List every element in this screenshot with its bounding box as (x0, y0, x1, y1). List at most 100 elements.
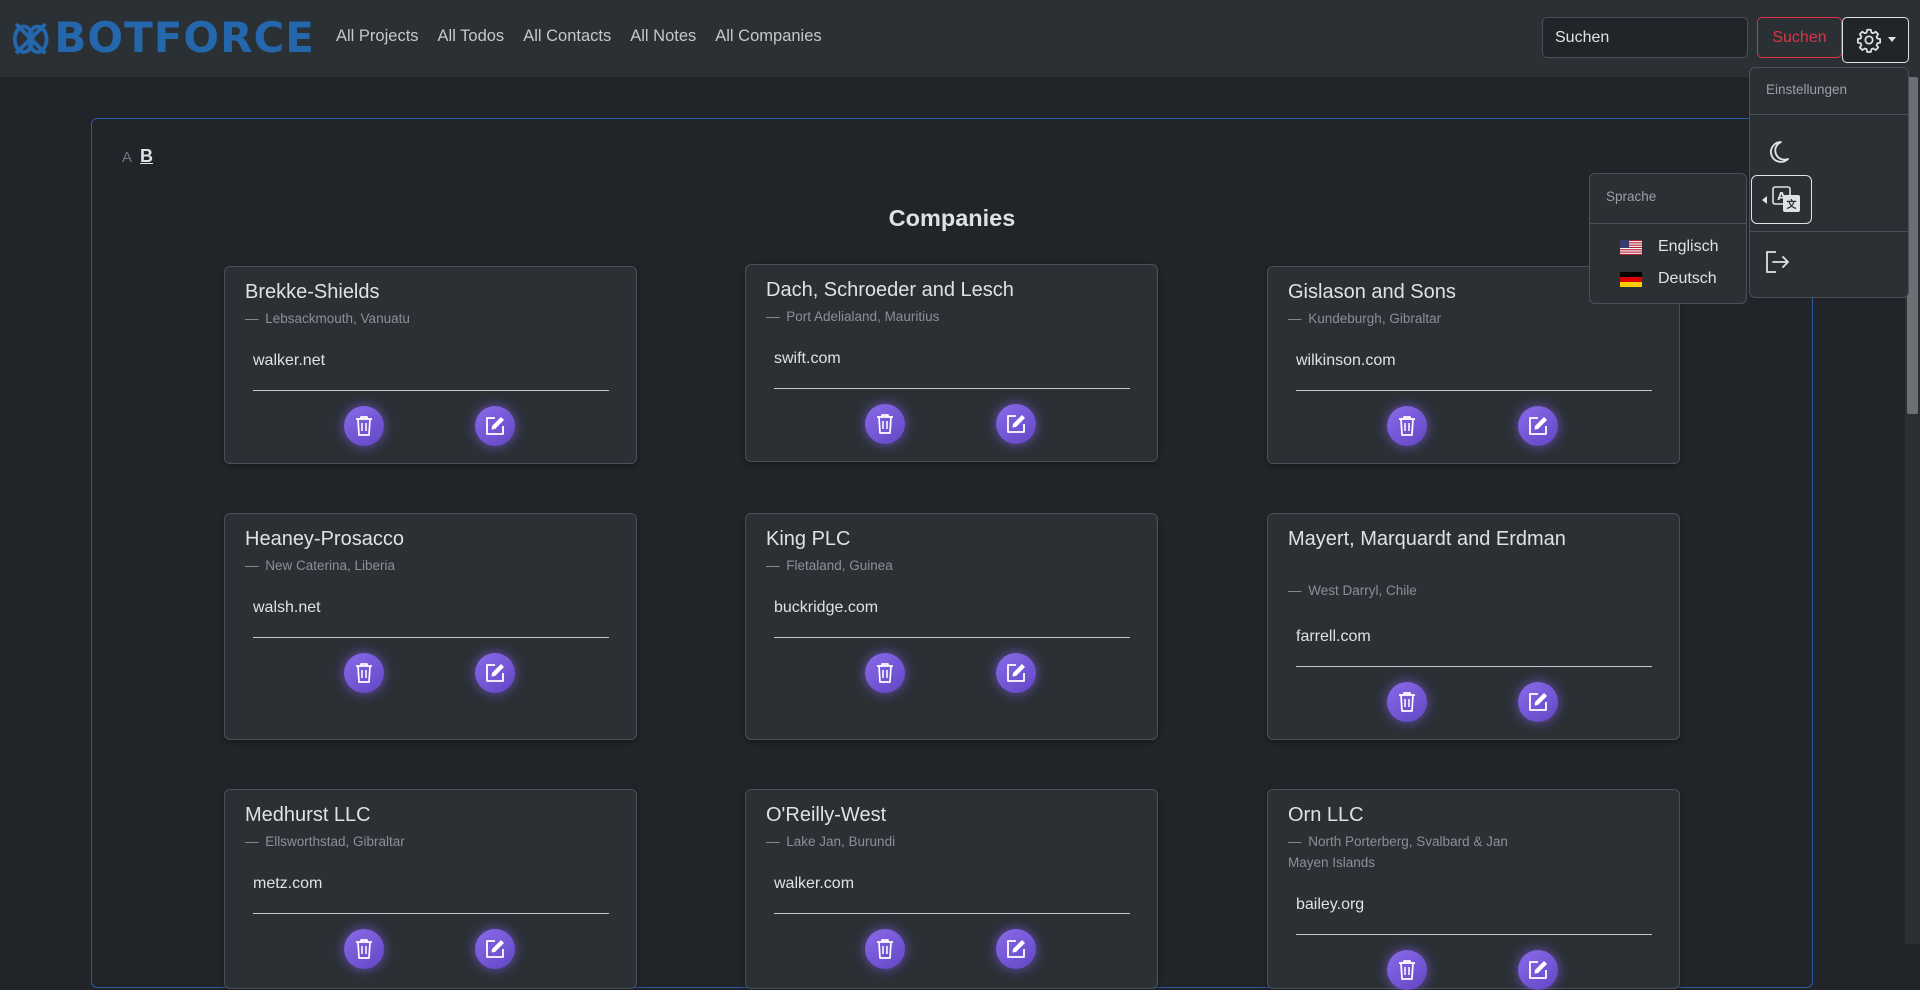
dark-mode-toggle[interactable] (1760, 134, 1796, 170)
company-location: — New Caterina, Liberia (245, 555, 495, 576)
search-input[interactable] (1542, 17, 1748, 58)
company-website: walker.com (774, 875, 855, 892)
company-card[interactable]: Mayert, Marquardt and Erdman — West Darry… (1267, 513, 1680, 740)
de-flag-icon (1620, 271, 1642, 287)
location-dash: — (1288, 583, 1309, 598)
company-name: Orn LLC (1288, 804, 1364, 826)
edit-company-button[interactable] (1518, 950, 1558, 990)
delete-company-button[interactable] (865, 404, 905, 444)
location-dash: — (1288, 311, 1309, 326)
nav-link-all-contacts[interactable]: All Contacts (523, 27, 611, 46)
company-card[interactable]: Heaney-Prosacco — New Caterina, Liberia wa… (224, 513, 637, 740)
delete-company-button[interactable] (865, 929, 905, 969)
delete-company-button[interactable] (1387, 406, 1427, 446)
company-card[interactable]: King PLC — Fletaland, Guinea buckridge.com (745, 513, 1158, 740)
company-location-text: North Porterberg, Svalbard & Jan Mayen I… (1288, 834, 1508, 870)
trash-icon (356, 939, 372, 959)
nav-link-all-notes[interactable]: All Notes (630, 27, 696, 46)
location-dash: — (1288, 834, 1309, 849)
card-divider (253, 913, 609, 914)
language-menu: Sprache Englisch Deutsch (1589, 173, 1747, 304)
language-menu-header: Sprache (1606, 189, 1657, 204)
trash-icon (877, 414, 893, 434)
settings-menu-header: Einstellungen (1766, 82, 1848, 97)
trash-icon (877, 939, 893, 959)
company-location-text: Lebsackmouth, Vanuatu (265, 311, 410, 326)
logout-button[interactable] (1760, 244, 1796, 280)
delete-company-button[interactable] (344, 406, 384, 446)
language-option-english[interactable]: Englisch (1620, 238, 1718, 256)
edit-icon (1529, 417, 1547, 435)
edit-icon (1529, 961, 1547, 979)
logout-icon (1766, 251, 1789, 273)
location-dash: — (766, 309, 787, 324)
language-menu-item[interactable]: A 文 (1751, 175, 1812, 224)
edit-icon (1007, 940, 1025, 958)
company-location-text: Kundeburgh, Gibraltar (1308, 311, 1442, 326)
edit-icon (1007, 415, 1025, 433)
company-card[interactable]: Dach, Schroeder and Lesch — Port Adeliala… (745, 264, 1158, 462)
letter-filter-a[interactable]: A (122, 149, 132, 166)
navbar: BOTFORCE All Projects All Todos All Cont… (0, 0, 1920, 77)
edit-company-button[interactable] (1518, 406, 1558, 446)
nav-link-all-projects[interactable]: All Projects (336, 27, 419, 46)
card-divider (1296, 934, 1652, 935)
edit-icon (486, 417, 504, 435)
company-location-text: Ellsworthstad, Gibraltar (265, 834, 405, 849)
delete-company-button[interactable] (865, 653, 905, 693)
trash-icon (356, 663, 372, 683)
divider (1590, 223, 1746, 224)
svg-text:文: 文 (1786, 198, 1797, 211)
gear-icon (1856, 28, 1881, 53)
trash-icon (877, 663, 893, 683)
company-website: walsh.net (253, 599, 321, 616)
search-button[interactable]: Suchen (1757, 17, 1842, 58)
company-location: — Ellsworthstad, Gibraltar (245, 831, 495, 852)
edit-company-button[interactable] (996, 404, 1036, 444)
company-name: Heaney-Prosacco (245, 528, 404, 550)
company-website: wilkinson.com (1296, 352, 1396, 369)
company-website: metz.com (253, 875, 323, 892)
nav-link-all-companies[interactable]: All Companies (715, 27, 821, 46)
language-option-german[interactable]: Deutsch (1620, 270, 1717, 288)
letter-filter-b[interactable]: B (140, 146, 153, 167)
trash-icon (356, 416, 372, 436)
company-location-text: West Darryl, Chile (1308, 583, 1417, 598)
card-divider (1296, 390, 1652, 391)
caret-down-icon (1887, 37, 1896, 42)
location-dash: — (245, 834, 266, 849)
edit-icon (486, 664, 504, 682)
delete-company-button[interactable] (1387, 682, 1427, 722)
settings-dropdown-button[interactable] (1842, 17, 1909, 63)
delete-company-button[interactable] (344, 929, 384, 969)
company-card[interactable]: O'Reilly-West — Lake Jan, Burundi walker.c… (745, 789, 1158, 989)
delete-company-button[interactable] (1387, 950, 1427, 990)
edit-icon (1007, 664, 1025, 682)
card-divider (774, 637, 1130, 638)
company-location: — Lebsackmouth, Vanuatu (245, 308, 495, 329)
edit-company-button[interactable] (996, 653, 1036, 693)
company-website: farrell.com (1296, 628, 1371, 645)
company-location: — West Darryl, Chile (1288, 580, 1538, 601)
divider (1750, 114, 1908, 115)
edit-company-button[interactable] (1518, 682, 1558, 722)
language-option-label: Deutsch (1658, 270, 1717, 287)
nav-link-all-todos[interactable]: All Todos (438, 27, 505, 46)
company-card[interactable]: Orn LLC — North Porterberg, Svalbard & Ja… (1267, 789, 1680, 990)
card-divider (774, 913, 1130, 914)
company-location-text: New Caterina, Liberia (265, 558, 396, 573)
edit-company-button[interactable] (475, 929, 515, 969)
company-location-text: Fletaland, Guinea (786, 558, 893, 573)
translate-icon: A 文 (1771, 185, 1800, 212)
company-location-text: Port Adelialand, Mauritius (786, 309, 940, 324)
brand-name: BOTFORCE (54, 13, 315, 62)
delete-company-button[interactable] (344, 653, 384, 693)
edit-company-button[interactable] (996, 929, 1036, 969)
botforce-logo-icon (12, 22, 49, 55)
company-card[interactable]: Medhurst LLC — Ellsworthstad, Gibraltar me… (224, 789, 637, 989)
company-name: Gislason and Sons (1288, 281, 1456, 303)
brand-logo[interactable]: BOTFORCE (11, 8, 315, 68)
edit-company-button[interactable] (475, 653, 515, 693)
company-card[interactable]: Brekke-Shields — Lebsackmouth, Vanuatu wal… (224, 266, 637, 464)
edit-company-button[interactable] (475, 406, 515, 446)
